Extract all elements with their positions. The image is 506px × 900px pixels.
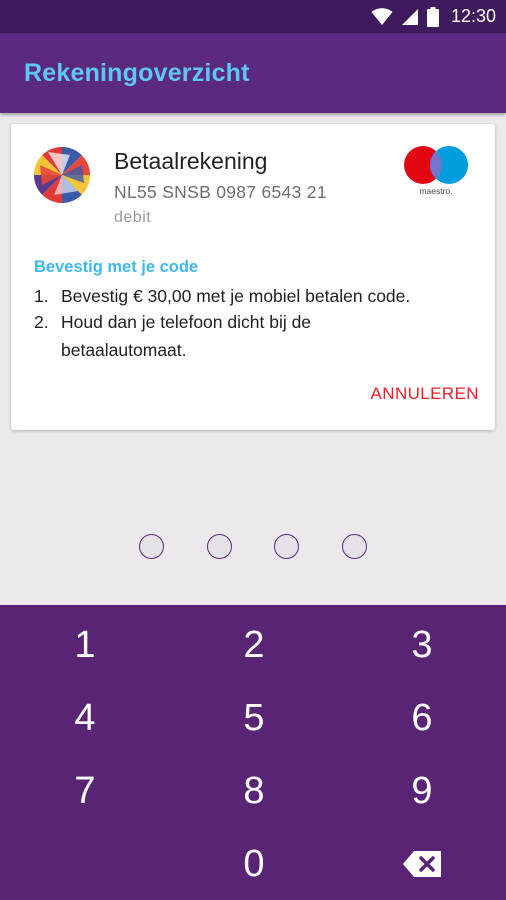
key-0[interactable]: 0 <box>194 829 314 899</box>
step-1-text: Bevestig € 30,00 met je mobiel betalen c… <box>61 286 411 306</box>
account-type: debit <box>114 209 152 226</box>
key-2[interactable]: 2 <box>194 610 314 680</box>
page-title: Rekeningoverzicht <box>24 59 250 87</box>
step-2-number: 2. <box>34 312 49 332</box>
key-5[interactable]: 5 <box>194 683 314 753</box>
wifi-icon <box>371 7 393 25</box>
key-9[interactable]: 9 <box>362 756 482 826</box>
account-card: Betaalrekening NL55 SNSB 0987 6543 21 de… <box>11 124 495 430</box>
maestro-text: maestro. <box>419 186 453 196</box>
status-bar: 12:30 <box>0 0 506 33</box>
pin-dot <box>207 534 232 559</box>
account-name: Betaalrekening <box>114 148 268 174</box>
step-1-number: 1. <box>34 286 49 306</box>
key-1[interactable]: 1 <box>25 610 145 680</box>
key-7[interactable]: 7 <box>25 756 145 826</box>
key-3[interactable]: 3 <box>362 610 482 680</box>
step-2-text: Houd dan je telefoon dicht bij de <box>61 312 312 332</box>
cancel-button[interactable]: ANNULEREN <box>371 384 479 404</box>
pin-dot <box>342 534 367 559</box>
signal-icon <box>401 8 418 25</box>
step-2: 2. Houd dan je telefoon dicht bij de <box>34 308 311 336</box>
maestro-icon <box>404 146 468 184</box>
pin-dot <box>139 534 164 559</box>
battery-icon <box>426 6 439 27</box>
pin-dot <box>274 534 299 559</box>
pin-indicator <box>0 534 506 564</box>
keypad: 1 2 3 4 5 6 7 8 9 0 <box>0 605 506 900</box>
step-2-text-continued: betaalautomaat. <box>61 340 187 360</box>
backspace-key[interactable] <box>362 829 482 899</box>
backspace-icon <box>403 851 441 877</box>
key-4[interactable]: 4 <box>25 683 145 753</box>
account-iban: NL55 SNSB 0987 6543 21 <box>114 182 327 202</box>
status-time: 12:30 <box>450 6 496 26</box>
key-6[interactable]: 6 <box>362 683 482 753</box>
step-1: 1. Bevestig € 30,00 met je mobiel betalen… <box>34 282 410 310</box>
maestro-logo: maestro. <box>403 146 469 200</box>
confirm-heading: Bevestig met je code <box>34 258 199 276</box>
bank-logo-icon <box>34 147 90 203</box>
key-8[interactable]: 8 <box>194 756 314 826</box>
app-bar: Rekeningoverzicht <box>0 33 506 113</box>
status-icons: 12:30 <box>371 0 496 33</box>
